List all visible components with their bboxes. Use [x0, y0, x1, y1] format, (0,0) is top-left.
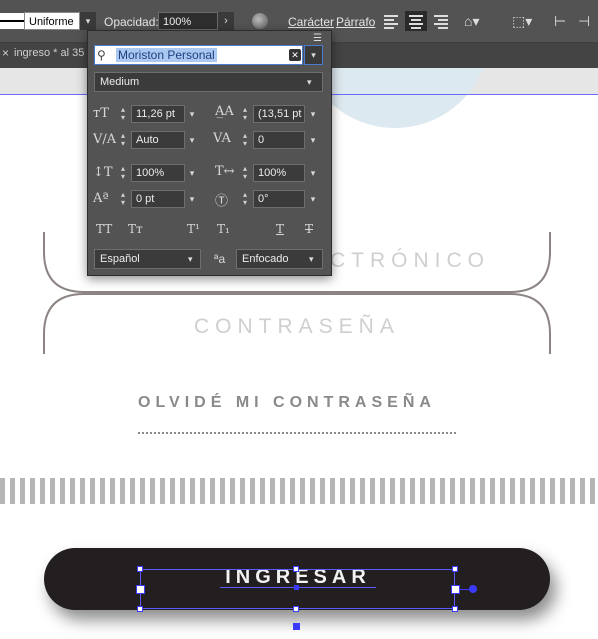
- antialiasing-icon: ªa: [214, 252, 226, 266]
- stepper-icon[interactable]: ▴ ▾: [118, 165, 128, 181]
- chevron-down-icon[interactable]: ▾: [305, 105, 321, 123]
- chevron-down-icon[interactable]: ▾: [184, 190, 200, 208]
- font-style-select[interactable]: Medium: [94, 72, 323, 92]
- chevron-down-icon[interactable]: ▾: [188, 254, 193, 265]
- chevron-down-icon[interactable]: ▾: [305, 190, 321, 208]
- password-label: CONTRASEÑA: [194, 315, 400, 338]
- baseline-shift-icon: Aª: [93, 191, 109, 206]
- recolor-icon[interactable]: [252, 13, 268, 29]
- opacity-label: Opacidad:: [104, 15, 159, 29]
- kerning-icon: V/A: [93, 132, 117, 147]
- stepper-icon[interactable]: ▴ ▾: [118, 132, 128, 148]
- chevron-down-icon[interactable]: ▾: [305, 131, 321, 149]
- vertical-scale-input[interactable]: 100%: [131, 164, 185, 182]
- stroke-profile-select[interactable]: Uniforme: [24, 12, 80, 30]
- character-panel: [87, 30, 332, 276]
- subscript-button[interactable]: T₁: [217, 222, 230, 236]
- close-tab-icon[interactable]: ×: [2, 46, 9, 60]
- align-objects-left-icon[interactable]: ⊢: [554, 13, 566, 30]
- align-center-icon[interactable]: [405, 11, 427, 31]
- chevron-right-icon[interactable]: ›: [218, 12, 234, 30]
- leading-input[interactable]: (13,51 pt: [253, 105, 305, 123]
- document-tab-title[interactable]: ingreso * al 35: [14, 47, 84, 59]
- striped-divider: [0, 478, 598, 504]
- horizontal-scale-icon: T↔: [215, 164, 235, 179]
- kerning-select[interactable]: Auto: [131, 131, 185, 149]
- stepper-icon[interactable]: ▴ ▾: [240, 191, 250, 207]
- chevron-down-icon[interactable]: ▾: [305, 164, 321, 182]
- language-select[interactable]: Español: [94, 249, 201, 269]
- chevron-down-icon[interactable]: ▾: [309, 254, 314, 265]
- font-size-icon: тT: [93, 106, 109, 121]
- forgot-underline: [138, 432, 456, 434]
- resize-handle-tl[interactable]: [137, 566, 143, 572]
- search-icon: ⚲: [97, 48, 106, 62]
- chevron-down-icon[interactable]: ▾: [80, 12, 96, 30]
- forgot-password-link[interactable]: OLVIDÉ MI CONTRASEÑA: [138, 394, 436, 412]
- horizontal-scale-input[interactable]: 100%: [253, 164, 305, 182]
- thread-line: [459, 589, 469, 590]
- bottom-handle[interactable]: [293, 623, 300, 630]
- baseline-shift-input[interactable]: 0 pt: [131, 190, 185, 208]
- resize-handle-bl[interactable]: [137, 606, 143, 612]
- align-objects-center-icon[interactable]: ⊣: [578, 13, 590, 30]
- stepper-icon[interactable]: ▴ ▾: [240, 106, 250, 122]
- small-caps-button[interactable]: Tт: [128, 222, 143, 236]
- font-size-input[interactable]: 11,26 pt: [131, 105, 185, 123]
- thread-dot[interactable]: [469, 585, 477, 593]
- resize-handle-tr[interactable]: [452, 566, 458, 572]
- stepper-icon[interactable]: ▴ ▾: [240, 165, 250, 181]
- panel-menu-icon[interactable]: ☰: [313, 33, 322, 44]
- underline-button[interactable]: T: [276, 222, 284, 236]
- stepper-icon[interactable]: ▴ ▾: [118, 191, 128, 207]
- transform-icon[interactable]: ⬚▾: [512, 13, 532, 30]
- vertical-scale-icon: ↕T: [93, 165, 113, 180]
- chevron-down-icon[interactable]: ▾: [184, 105, 200, 123]
- stepper-icon[interactable]: ▴ ▾: [240, 132, 250, 148]
- align-right-icon[interactable]: [430, 11, 452, 31]
- clear-icon[interactable]: ✕: [289, 49, 301, 61]
- opacity-input[interactable]: 100%: [158, 12, 218, 30]
- email-label: CTRÓNICO: [330, 249, 490, 272]
- align-left-icon[interactable]: [380, 11, 402, 31]
- tracking-icon: VA: [213, 131, 231, 146]
- paragraph-panel-link[interactable]: Párrafo: [336, 15, 375, 29]
- chevron-down-icon[interactable]: ▾: [184, 164, 200, 182]
- resize-handle-bc[interactable]: [293, 606, 299, 612]
- all-caps-button[interactable]: TT: [96, 222, 112, 236]
- leading-icon: A̲A: [215, 104, 234, 119]
- character-rotation-icon: Ⓣ: [215, 194, 229, 209]
- font-family-input[interactable]: Moriston Personal: [116, 48, 217, 62]
- chevron-down-icon[interactable]: ▾: [307, 72, 321, 92]
- character-panel-link[interactable]: Carácter: [288, 15, 334, 29]
- resize-handle-tc[interactable]: [293, 566, 299, 572]
- resize-handle-br[interactable]: [452, 606, 458, 612]
- character-rotation-input[interactable]: 0°: [253, 190, 305, 208]
- stroke-swatch[interactable]: [0, 13, 26, 29]
- stepper-icon[interactable]: ▴ ▾: [118, 106, 128, 122]
- chevron-down-icon[interactable]: ▾: [184, 131, 200, 149]
- superscript-button[interactable]: T¹: [187, 222, 200, 236]
- tracking-input[interactable]: 0: [253, 131, 305, 149]
- warp-icon[interactable]: ⌂▾: [464, 13, 479, 30]
- strikethrough-button[interactable]: T: [305, 222, 313, 236]
- in-port-handle[interactable]: [136, 585, 145, 594]
- center-point: [294, 585, 299, 590]
- chevron-down-icon[interactable]: ▾: [304, 45, 323, 65]
